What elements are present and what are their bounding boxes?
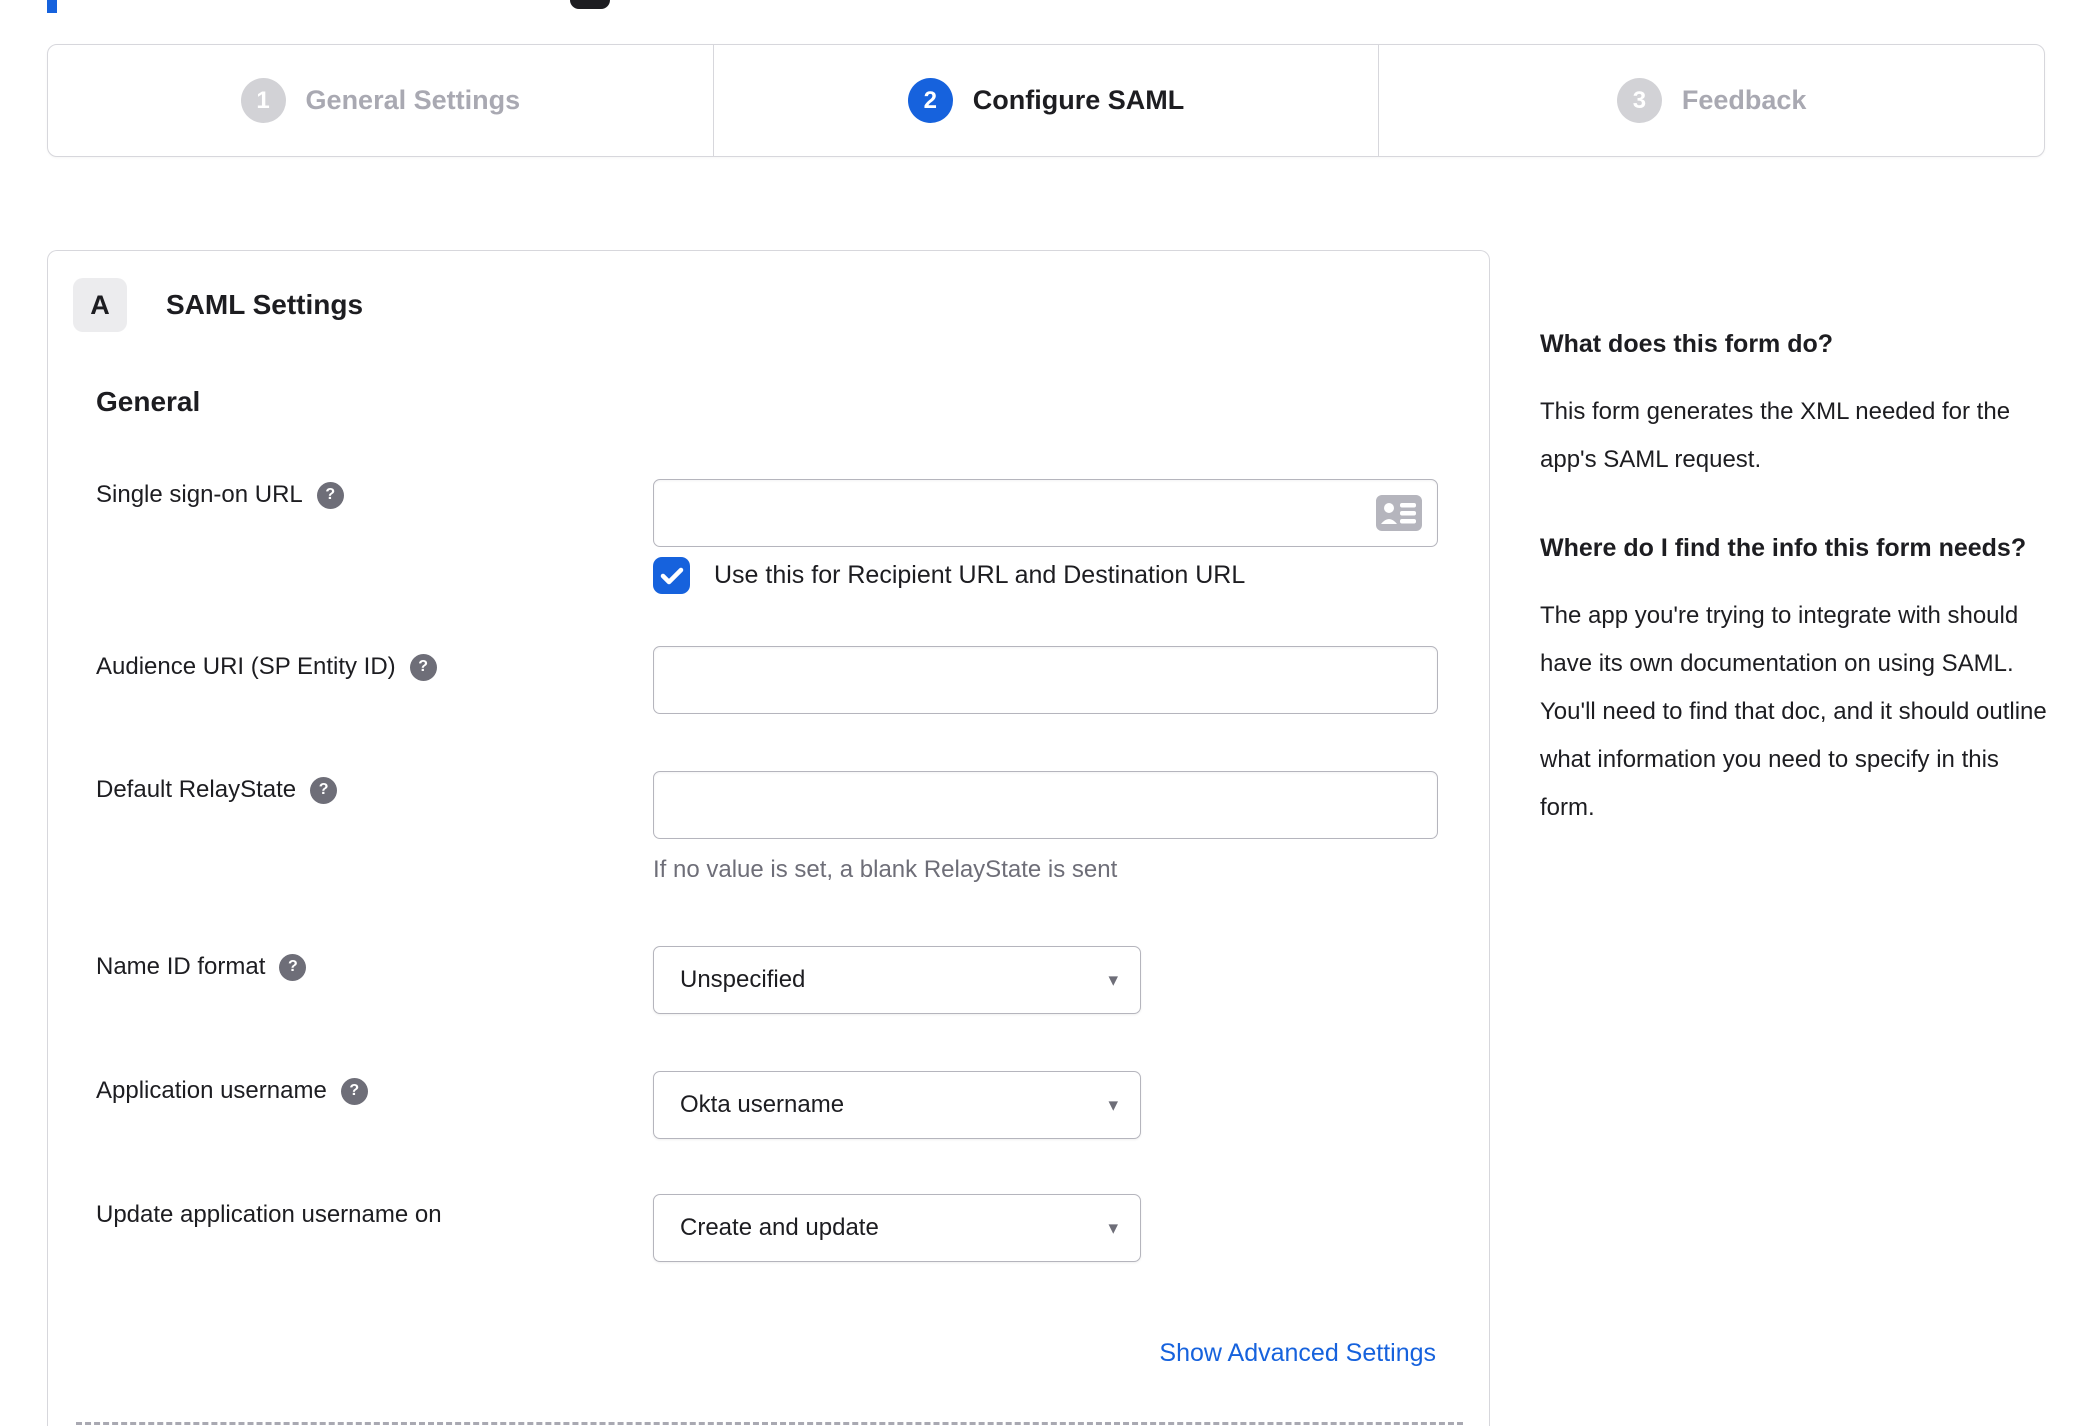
dashed-divider bbox=[76, 1422, 1463, 1425]
sidebar-answer-2: The app you're trying to integrate with … bbox=[1540, 602, 2047, 821]
name-id-format-help-icon[interactable]: ? bbox=[279, 953, 307, 981]
name-id-format-label-row: Name ID format ? bbox=[96, 953, 307, 981]
checkmark-icon bbox=[660, 567, 683, 584]
general-section-heading: General bbox=[96, 386, 201, 417]
audience-uri-label: Audience URI (SP Entity ID) bbox=[96, 653, 396, 680]
name-id-format-select[interactable]: Unspecified ▾ bbox=[653, 946, 1141, 1014]
app-username-value: Okta username bbox=[680, 1091, 845, 1118]
audience-uri-label-row: Audience URI (SP Entity ID) ? bbox=[96, 653, 437, 681]
sso-url-help-icon[interactable]: ? bbox=[316, 481, 344, 509]
show-advanced-settings-link[interactable]: Show Advanced Settings bbox=[1159, 1339, 1436, 1368]
panel-title: SAML Settings bbox=[166, 289, 364, 320]
name-id-format-label: Name ID format bbox=[96, 953, 266, 980]
relay-state-input[interactable] bbox=[653, 771, 1438, 839]
section-a-badge: A bbox=[73, 278, 127, 332]
relay-state-label-row: Default RelayState ? bbox=[96, 776, 338, 804]
audience-uri-help-icon[interactable]: ? bbox=[409, 653, 437, 681]
chevron-down-icon: ▾ bbox=[1108, 1094, 1118, 1116]
update-username-value: Create and update bbox=[680, 1214, 879, 1241]
relay-state-hint: If no value is set, a blank RelayState i… bbox=[653, 856, 1118, 883]
chevron-down-icon: ▾ bbox=[1108, 969, 1118, 991]
step-2-label: Configure SAML bbox=[972, 85, 1185, 115]
app-username-label: Application username bbox=[96, 1077, 327, 1104]
sidebar-answer-1: This form generates the XML needed for t… bbox=[1540, 398, 2011, 473]
sso-url-input[interactable] bbox=[653, 479, 1438, 547]
app-username-label-row: Application username ? bbox=[96, 1077, 368, 1105]
name-id-format-value: Unspecified bbox=[680, 966, 806, 993]
update-username-label: Update application username on bbox=[96, 1201, 442, 1228]
recipient-url-checkbox-label: Use this for Recipient URL and Destinati… bbox=[714, 561, 1246, 589]
chevron-down-icon: ▾ bbox=[1108, 1217, 1118, 1239]
step-3-number-badge: 3 bbox=[1616, 78, 1662, 123]
sidebar-question-2: Where do I find the info this form needs… bbox=[1540, 534, 2027, 562]
step-2-number-badge: 2 bbox=[907, 78, 953, 123]
update-username-label-row: Update application username on bbox=[96, 1201, 442, 1229]
relay-state-label: Default RelayState bbox=[96, 776, 297, 803]
cutoff-blue-fragment bbox=[47, 0, 57, 13]
sso-url-label: Single sign-on URL bbox=[96, 481, 303, 508]
app-username-help-icon[interactable]: ? bbox=[340, 1077, 368, 1105]
configure-saml-page: 1 General Settings 2 Configure SAML 3 Fe… bbox=[0, 0, 2092, 1426]
relay-state-help-icon[interactable]: ? bbox=[310, 776, 338, 804]
saml-settings-panel: A SAML Settings General Single sign-on U… bbox=[47, 250, 1490, 1426]
audience-uri-input[interactable] bbox=[653, 646, 1438, 714]
recipient-url-checkbox-row: Use this for Recipient URL and Destinati… bbox=[653, 557, 1245, 594]
help-sidebar: What does this form do? This form genera… bbox=[1540, 322, 2048, 874]
step-general-settings[interactable]: 1 General Settings bbox=[48, 45, 713, 156]
step-configure-saml[interactable]: 2 Configure SAML bbox=[712, 45, 1379, 156]
step-3-label: Feedback bbox=[1681, 85, 1807, 115]
app-username-select[interactable]: Okta username ▾ bbox=[653, 1071, 1141, 1139]
sidebar-question-1: What does this form do? bbox=[1540, 330, 1834, 358]
sso-url-label-row: Single sign-on URL ? bbox=[96, 481, 344, 509]
step-feedback[interactable]: 3 Feedback bbox=[1378, 45, 2044, 156]
update-username-select[interactable]: Create and update ▾ bbox=[653, 1194, 1141, 1262]
cutoff-dark-element bbox=[570, 0, 610, 9]
recipient-url-checkbox[interactable] bbox=[653, 557, 690, 594]
step-1-label: General Settings bbox=[305, 85, 521, 115]
wizard-stepper: 1 General Settings 2 Configure SAML 3 Fe… bbox=[47, 44, 2045, 157]
step-1-number-badge: 1 bbox=[240, 78, 286, 123]
